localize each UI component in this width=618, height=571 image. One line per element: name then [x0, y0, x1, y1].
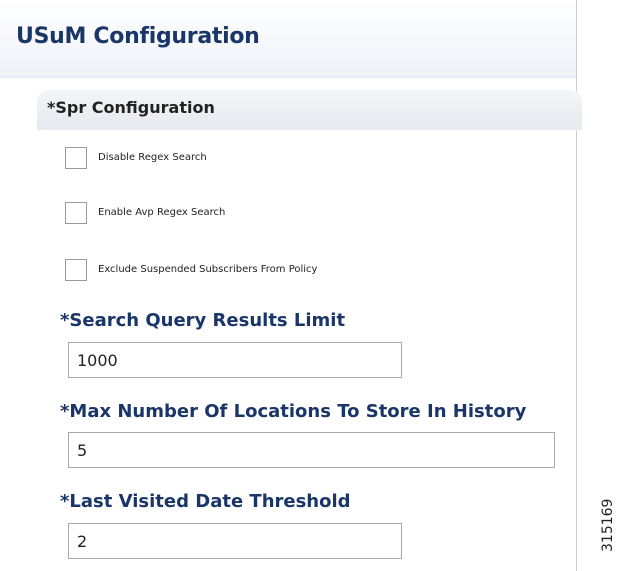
enable-avp-regex-search-checkbox[interactable]	[65, 202, 87, 224]
figure-id: 315169	[600, 498, 616, 552]
search-query-results-limit-input[interactable]	[68, 342, 402, 378]
max-locations-history-input[interactable]	[68, 432, 555, 468]
exclude-suspended-subscribers-label: Exclude Suspended Subscribers From Polic…	[98, 264, 318, 275]
last-visited-date-threshold-label: *Last Visited Date Threshold	[60, 491, 351, 512]
last-visited-date-threshold-input[interactable]	[68, 523, 402, 559]
enable-avp-regex-search-label: Enable Avp Regex Search	[98, 207, 226, 218]
section-header: *Spr Configuration	[37, 90, 582, 130]
disable-regex-search-label: Disable Regex Search	[98, 152, 207, 163]
panel-header: USuM Configuration	[0, 0, 576, 78]
search-query-results-limit-label: *Search Query Results Limit	[60, 310, 346, 331]
disable-regex-search-checkbox[interactable]	[65, 147, 87, 169]
exclude-suspended-subscribers-checkbox[interactable]	[65, 259, 87, 281]
panel-title: USuM Configuration	[16, 24, 260, 49]
section-title: *Spr Configuration	[47, 98, 215, 117]
configuration-panel: USuM Configuration *Spr Configuration Di…	[0, 0, 582, 571]
max-locations-history-label: *Max Number Of Locations To Store In His…	[60, 401, 527, 422]
